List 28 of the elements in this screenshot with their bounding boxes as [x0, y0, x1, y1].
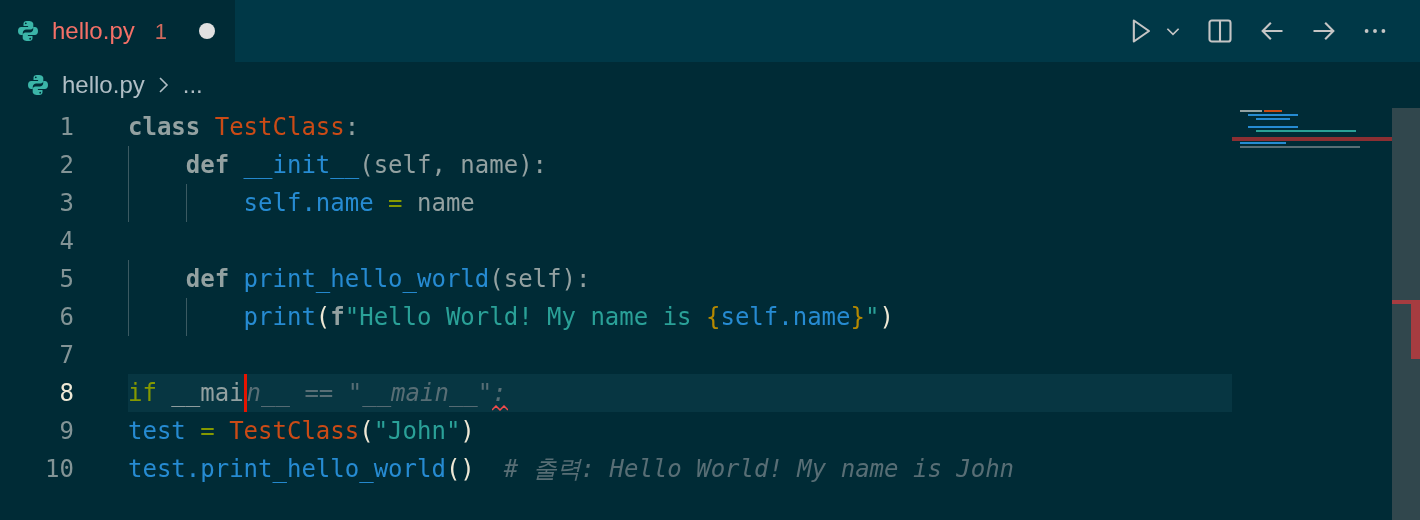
python-file-icon — [16, 19, 40, 43]
line-number: 8 — [58, 378, 74, 409]
line-number: 6 — [58, 302, 74, 333]
line-number: 4 — [58, 226, 74, 257]
code-line: def print_hello_world(self): — [128, 260, 1232, 298]
python-file-icon — [26, 73, 50, 97]
line-number: 7 — [58, 340, 74, 371]
line-number: 9 — [58, 416, 74, 447]
code-line: class TestClass: — [128, 112, 361, 143]
line-number: 2 — [58, 150, 74, 181]
line-number: 10 — [44, 454, 74, 485]
split-editor-icon — [1206, 17, 1234, 45]
editor-tab[interactable]: hello.py 1 — [0, 0, 235, 62]
breadcrumb[interactable]: hello.py — [62, 67, 145, 103]
scrollbar[interactable] — [1392, 108, 1420, 520]
line-number: 3 — [58, 188, 74, 219]
code-line: test = TestClass("John") — [128, 416, 476, 447]
more-icon — [1362, 28, 1388, 34]
code-line: test.print_hello_world() # 출력: Hello World! My name is John — [128, 454, 1016, 485]
breadcrumb[interactable]: ... — [182, 67, 203, 103]
problem-count: 1 — [154, 17, 167, 46]
code-line: def __init__(self, name): — [128, 146, 1232, 184]
line-number: 5 — [58, 264, 74, 295]
line-number: 1 — [58, 112, 74, 143]
text-cursor — [243, 374, 247, 412]
code-line: self.name = name — [128, 184, 1232, 222]
code-line: print(f"Hello World! My name is {self.name}") — [128, 298, 1232, 336]
error-squiggle-icon — [492, 405, 509, 411]
